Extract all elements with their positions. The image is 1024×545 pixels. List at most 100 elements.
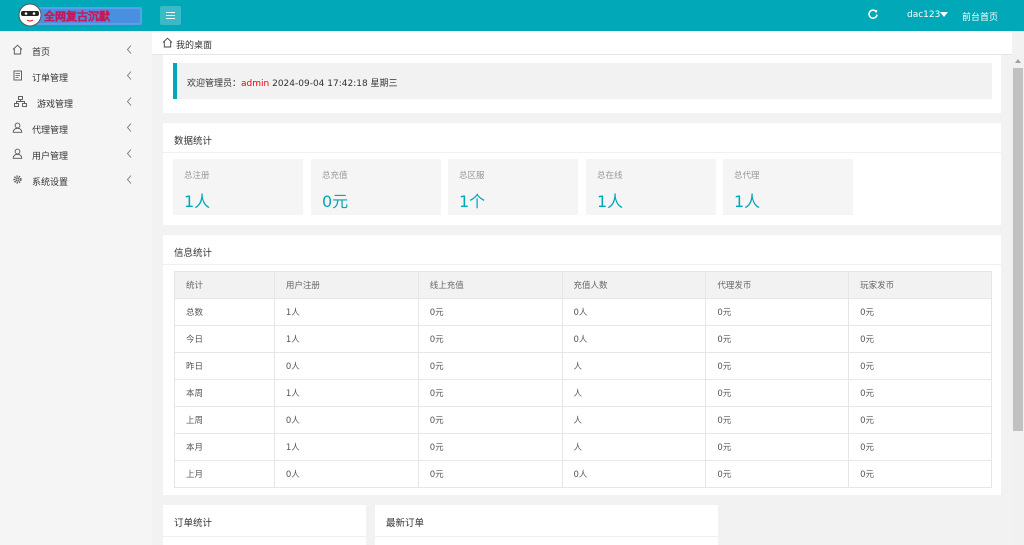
welcome-prefix: 欢迎管理员： (187, 79, 242, 89)
welcome-datetime: 2024-09-04 17:42:18 星期三 (272, 79, 398, 89)
table-cell: 0元 (417, 433, 563, 461)
user-icon (12, 122, 23, 133)
sidebar-item-settings[interactable]: 系统设置 (0, 167, 152, 193)
table-row: 今日 1人 0元 0人 0元 0元 (174, 325, 992, 353)
table-cell: 0元 (705, 433, 850, 461)
table-cell: 1人 (273, 379, 419, 407)
table-cell: 0元 (848, 352, 992, 380)
user-menu[interactable]: dac123 (907, 10, 940, 20)
table-cell: 0元 (705, 379, 850, 407)
scrollbar-thumb[interactable] (1013, 68, 1023, 431)
document-icon (12, 70, 23, 81)
menu-toggle-button[interactable] (160, 6, 181, 25)
sitemap-icon (14, 96, 27, 107)
table-cell: 0人 (273, 460, 419, 488)
stat-label: 总充值 (322, 171, 348, 181)
order-stats-title: 订单统计 (174, 518, 213, 529)
dropdown-caret-icon[interactable] (940, 12, 948, 17)
table-cell: 0元 (848, 406, 992, 434)
table-cell: 0人 (273, 406, 419, 434)
stat-label: 总在线 (597, 171, 623, 181)
sidebar-item-agents[interactable]: 代理管理 (0, 115, 152, 141)
stat-value: 1个 (459, 192, 486, 211)
table-cell: 0元 (417, 460, 563, 488)
stat-value: 1人 (184, 192, 211, 211)
latest-orders-panel: 最新订单 (375, 505, 718, 545)
latest-orders-title: 最新订单 (386, 518, 425, 529)
welcome-panel: 欢迎管理员：admin 2024-09-04 17:42:18 星期三 (163, 55, 1001, 113)
table-cell: 0人 (561, 298, 707, 326)
home-icon (12, 44, 23, 55)
table-cell: 0人 (561, 325, 707, 353)
table-cell: 0元 (417, 298, 563, 326)
welcome-banner: 欢迎管理员：admin 2024-09-04 17:42:18 星期三 (173, 63, 992, 99)
site-logo[interactable]: 全网复古沉默 (18, 2, 142, 28)
breadcrumb-label[interactable]: 我的桌面 (176, 38, 212, 51)
chevron-left-icon (126, 148, 133, 159)
top-bar: 全网复古沉默 dac123 前台首页 (0, 0, 1024, 31)
stat-label: 总代理 (734, 171, 760, 181)
column-header: 用户注册 (273, 271, 419, 299)
sidebar-item-label: 首页 (32, 48, 51, 58)
info-stats-panel: 信息统计 统计 用户注册 线上充值 充值人数 代理发币 玩家发币 总数 1人 0… (163, 235, 1001, 495)
chevron-left-icon (126, 44, 133, 55)
breadcrumb: 我的桌面 (152, 31, 1012, 55)
stat-value: 0元 (322, 192, 349, 211)
table-cell: 0元 (848, 433, 992, 461)
sidebar-item-games[interactable]: 游戏管理 (0, 89, 152, 115)
table-cell: 0元 (848, 379, 992, 407)
chevron-left-icon (126, 70, 133, 81)
data-stats-title: 数据统计 (174, 136, 213, 147)
table-cell: 0元 (705, 325, 850, 353)
stat-card-total-online: 总在线 1人 (586, 159, 716, 215)
home-icon[interactable] (162, 37, 173, 48)
table-row: 本月 1人 0元 人 0元 0元 (174, 433, 992, 461)
table-cell: 0元 (417, 406, 563, 434)
scroll-up-icon[interactable] (1015, 59, 1021, 63)
info-stats-table: 统计 用户注册 线上充值 充值人数 代理发币 玩家发币 总数 1人 0元 0人 … (174, 271, 992, 488)
table-cell: 0元 (705, 460, 850, 488)
table-cell: 0元 (848, 460, 992, 488)
gear-icon (12, 174, 23, 185)
front-home-link[interactable]: 前台首页 (962, 10, 998, 23)
column-header: 线上充值 (417, 271, 563, 299)
stat-card-total-registered: 总注册 1人 (173, 159, 303, 215)
stat-value: 1人 (734, 192, 761, 211)
sidebar: 首页 订单管理 游戏管理 代理管理 用户管理 系统设置 (0, 31, 152, 545)
admin-name: admin (241, 79, 270, 89)
table-cell: 0人 (273, 352, 419, 380)
divider (163, 264, 1001, 265)
table-cell: 人 (561, 379, 707, 407)
hamburger-icon (166, 12, 175, 19)
vertical-scrollbar[interactable] (1012, 55, 1024, 545)
chevron-left-icon (126, 122, 133, 133)
table-cell: 1人 (273, 325, 419, 353)
refresh-icon[interactable] (867, 8, 879, 20)
svg-text:全网复古沉默: 全网复古沉默 (43, 9, 111, 23)
sidebar-item-users[interactable]: 用户管理 (0, 141, 152, 167)
info-stats-title: 信息统计 (174, 248, 213, 259)
table-row: 上月 0人 0元 0人 0元 0元 (174, 460, 992, 488)
stat-label: 总注册 (184, 171, 210, 181)
table-cell: 0元 (848, 298, 992, 326)
table-cell: 0元 (705, 406, 850, 434)
table-cell: 人 (561, 406, 707, 434)
sidebar-item-orders[interactable]: 订单管理 (0, 63, 152, 89)
table-cell: 0元 (848, 325, 992, 353)
table-row: 昨日 0人 0元 人 0元 0元 (174, 352, 992, 380)
sidebar-item-label: 订单管理 (32, 74, 69, 84)
table-cell: 本月 (174, 433, 275, 461)
table-cell: 1人 (273, 433, 419, 461)
table-cell: 今日 (174, 325, 275, 353)
table-cell: 0元 (705, 352, 850, 380)
table-cell: 上周 (174, 406, 275, 434)
sidebar-item-home[interactable]: 首页 (0, 37, 152, 63)
table-cell: 昨日 (174, 352, 275, 380)
chevron-left-icon (126, 174, 133, 185)
order-stats-panel: 订单统计 (163, 505, 366, 545)
sidebar-item-label: 代理管理 (32, 126, 69, 136)
table-header-row: 统计 用户注册 线上充值 充值人数 代理发币 玩家发币 (174, 271, 992, 299)
welcome-text: 欢迎管理员：admin 2024-09-04 17:42:18 星期三 (187, 76, 398, 89)
stat-card-total-agents: 总代理 1人 (723, 159, 853, 215)
column-header: 玩家发币 (848, 271, 992, 299)
